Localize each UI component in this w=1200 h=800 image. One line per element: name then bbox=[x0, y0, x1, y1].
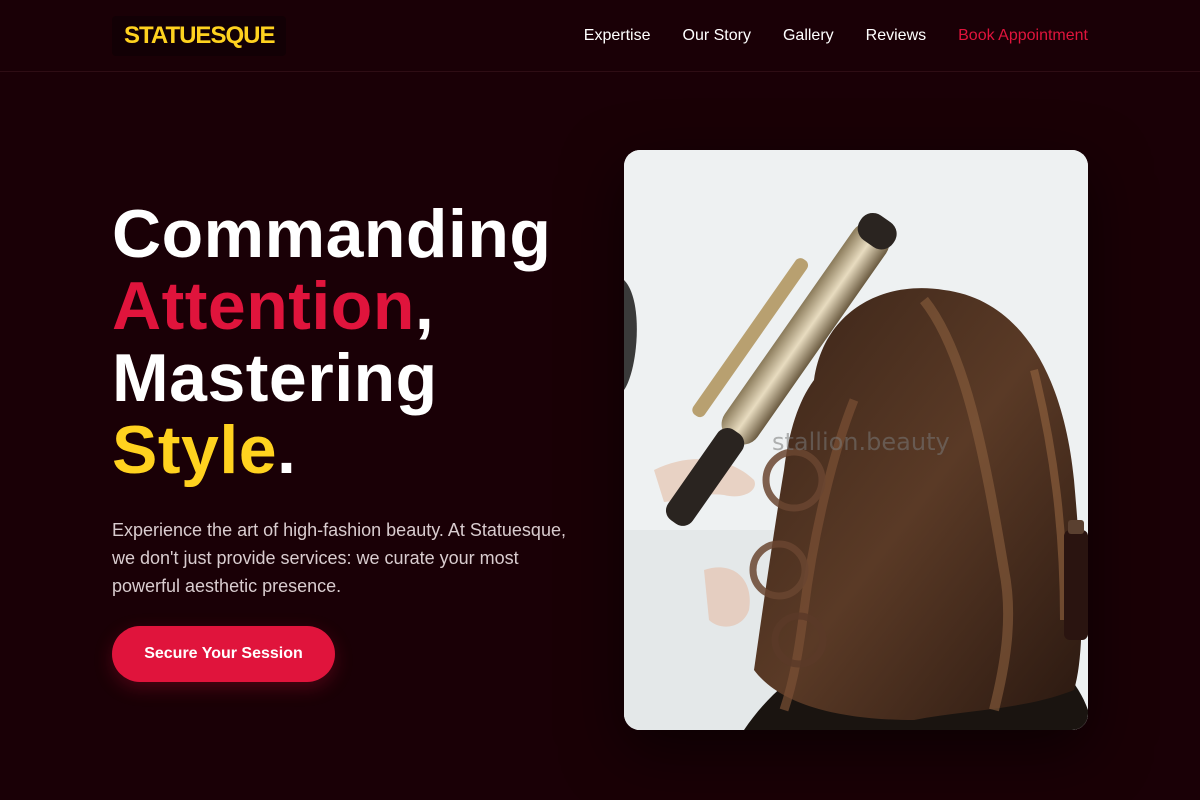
image-watermark: stallion.beauty bbox=[772, 428, 950, 456]
headline-comma: , bbox=[414, 268, 435, 344]
hero-description: Experience the art of high-fashion beaut… bbox=[112, 520, 566, 596]
headline-period: . bbox=[277, 412, 297, 488]
nav-link-expertise[interactable]: Expertise bbox=[584, 27, 651, 45]
headline-accent-attention: Attention bbox=[112, 268, 415, 344]
hero-image: stallion.beauty bbox=[624, 150, 1088, 730]
hero-headline: Commanding Attention, Mastering Style. bbox=[112, 198, 592, 486]
headline-line-3: Mastering bbox=[112, 340, 438, 416]
headline-accent-style: Style bbox=[112, 412, 278, 488]
nav-link-our-story[interactable]: Our Story bbox=[683, 27, 751, 45]
main-nav: Expertise Our Story Gallery Reviews Book… bbox=[584, 24, 1088, 48]
nav-link-gallery[interactable]: Gallery bbox=[783, 27, 834, 45]
nav-link-reviews[interactable]: Reviews bbox=[866, 27, 926, 45]
site-header: STATUESQUE Expertise Our Story Gallery R… bbox=[0, 0, 1200, 72]
hero-section: Commanding Attention, Mastering Style. E… bbox=[112, 198, 592, 600]
brand-logo[interactable]: STATUESQUE bbox=[112, 16, 287, 56]
secure-session-button[interactable]: Secure Your Session bbox=[112, 626, 335, 682]
nav-book-appointment-link[interactable]: Book Appointment bbox=[958, 27, 1088, 45]
headline-line-1: Commanding bbox=[112, 196, 552, 272]
